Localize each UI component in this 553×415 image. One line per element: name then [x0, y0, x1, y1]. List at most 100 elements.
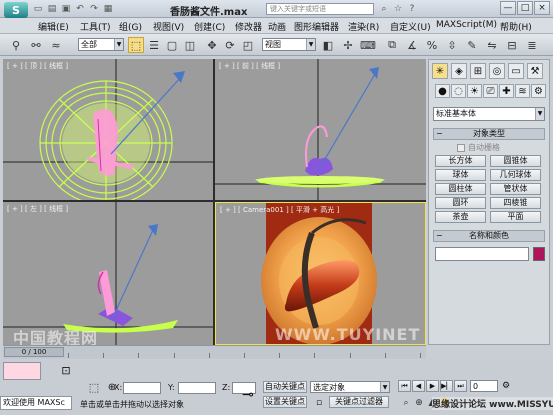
- percent-snap-icon[interactable]: %: [424, 37, 440, 53]
- search-input[interactable]: 键入关键字或短语: [266, 3, 374, 15]
- minimize-button[interactable]: —: [500, 1, 516, 15]
- mirror-icon[interactable]: ⇋: [484, 37, 500, 53]
- cone-button[interactable]: 圆锥体: [490, 155, 541, 167]
- motion-tab-icon[interactable]: ◎: [489, 63, 505, 79]
- zoom-all-icon[interactable]: ⊕: [413, 397, 425, 409]
- selection-set-dropdown[interactable]: 选定对象 ▼: [310, 381, 390, 393]
- utilities-tab-icon[interactable]: ⚒: [527, 63, 543, 79]
- tube-button[interactable]: 管状体: [490, 183, 541, 195]
- select-move-icon[interactable]: ✥: [204, 37, 220, 53]
- viewport-camera-label[interactable]: [ + ] [ Camera001 ] [ 平滑 + 高光 ]: [220, 205, 339, 215]
- viewport-camera[interactable]: [ + ] [ Camera001 ] [ 平滑 + 高光 ]: [215, 202, 426, 345]
- selection-filter-dropdown[interactable]: 全部 ▼: [78, 38, 124, 51]
- project-folder-icon[interactable]: ▦: [102, 3, 114, 15]
- set-key-button[interactable]: 设置关键点: [263, 396, 307, 408]
- rect-selection-icon[interactable]: ▢: [164, 37, 180, 53]
- menu-graph-editors[interactable]: 图形编辑器: [294, 20, 339, 33]
- track-bar[interactable]: [3, 345, 426, 359]
- menu-customize[interactable]: 自定义(U): [390, 20, 431, 33]
- space-warps-icon[interactable]: ≋: [515, 84, 530, 98]
- selection-lock-toggle-icon[interactable]: ⬚: [82, 380, 106, 394]
- current-frame-input[interactable]: 0: [470, 380, 498, 392]
- menu-edit[interactable]: 编辑(E): [38, 20, 69, 33]
- menu-animation[interactable]: 动画: [268, 20, 286, 33]
- lights-icon[interactable]: ☀: [467, 84, 482, 98]
- object-type-rollout-header[interactable]: − 对象类型: [433, 128, 545, 140]
- unlink-icon[interactable]: ⚯: [28, 37, 44, 53]
- save-file-icon[interactable]: ▣: [60, 3, 72, 15]
- previous-frame-icon[interactable]: ◀: [412, 380, 425, 392]
- reference-coord-dropdown[interactable]: 视图 ▼: [262, 38, 316, 51]
- viewport-left[interactable]: [ + ] [ 左 ] [ 线框 ]: [3, 202, 213, 345]
- viewport-front[interactable]: [ + ] [ 前 ] [ 线框 ]: [215, 59, 426, 200]
- set-key-icon[interactable]: ⊸: [238, 386, 258, 404]
- play-icon[interactable]: ▶: [426, 380, 439, 392]
- time-slider[interactable]: 0 / 100: [4, 347, 64, 357]
- redo-icon[interactable]: ↷: [88, 3, 100, 15]
- lock-selection-icon[interactable]: ⊡: [60, 364, 72, 377]
- name-color-rollout-header[interactable]: − 名称和颜色: [433, 230, 545, 242]
- modify-tab-icon[interactable]: ◈: [451, 63, 467, 79]
- y-coordinate-input[interactable]: [178, 382, 216, 394]
- viewport-left-label[interactable]: [ + ] [ 左 ] [ 线框 ]: [7, 204, 68, 214]
- key-mode-icon[interactable]: ▫: [313, 397, 325, 409]
- menu-views[interactable]: 视图(V): [153, 20, 184, 33]
- systems-icon[interactable]: ⚙: [531, 84, 546, 98]
- autogrid-checkbox[interactable]: 自动栅格: [457, 142, 500, 153]
- maximize-button[interactable]: □: [517, 1, 533, 15]
- time-config-icon[interactable]: ⚙: [500, 380, 512, 392]
- key-filters-button[interactable]: 关键点过滤器: [329, 396, 389, 408]
- maxscript-welcome-field[interactable]: 欢迎使用 MAXSc: [0, 396, 72, 410]
- help-question-icon[interactable]: ?: [406, 3, 418, 15]
- plane-button[interactable]: 平面: [490, 211, 541, 223]
- favorites-star-icon[interactable]: ☆: [392, 3, 404, 15]
- close-button[interactable]: ×: [534, 1, 550, 15]
- snap-toggle-icon[interactable]: ⧉: [384, 37, 400, 53]
- shapes-icon[interactable]: ◌: [451, 84, 466, 98]
- object-color-swatch[interactable]: [533, 247, 545, 261]
- viewport-top[interactable]: [ + ] [ 顶 ] [ 线框 ]: [3, 59, 213, 200]
- select-rotate-icon[interactable]: ⟳: [222, 37, 238, 53]
- goto-start-icon[interactable]: ⏮: [398, 380, 411, 392]
- zoom-icon[interactable]: ⌕: [400, 397, 412, 409]
- cylinder-button[interactable]: 圆柱体: [435, 183, 486, 195]
- viewport-top-label[interactable]: [ + ] [ 顶 ] [ 线框 ]: [7, 61, 68, 71]
- torus-button[interactable]: 圆环: [435, 197, 486, 209]
- spinner-snap-icon[interactable]: ⇳: [444, 37, 460, 53]
- menu-help[interactable]: 帮助(H): [500, 20, 532, 33]
- viewport-front-label[interactable]: [ + ] [ 前 ] [ 线框 ]: [219, 61, 280, 71]
- pivot-center-icon[interactable]: ◧: [320, 37, 336, 53]
- menu-modifiers[interactable]: 修改器: [235, 20, 262, 33]
- hierarchy-tab-icon[interactable]: ⊞: [470, 63, 486, 79]
- menu-group[interactable]: 组(G): [119, 20, 142, 33]
- select-object-icon[interactable]: ⬚: [128, 37, 144, 53]
- display-tab-icon[interactable]: ▭: [508, 63, 524, 79]
- menu-rendering[interactable]: 渲染(R): [348, 20, 379, 33]
- goto-end-icon[interactable]: ⏭: [454, 380, 467, 392]
- align-icon[interactable]: ⊟: [504, 37, 520, 53]
- named-selection-icon[interactable]: ✎: [464, 37, 480, 53]
- pyramid-button[interactable]: 四棱锥: [490, 197, 541, 209]
- new-file-icon[interactable]: ▭: [32, 3, 44, 15]
- layer-manager-icon[interactable]: ≣: [524, 37, 540, 53]
- sphere-button[interactable]: 球体: [435, 169, 486, 181]
- select-by-name-icon[interactable]: ☰: [146, 37, 162, 53]
- select-scale-icon[interactable]: ◰: [240, 37, 256, 53]
- app-logo-icon[interactable]: S: [4, 2, 28, 18]
- cameras-icon[interactable]: ⎚: [483, 84, 498, 98]
- x-coordinate-input[interactable]: [123, 382, 161, 394]
- helpers-icon[interactable]: ✚: [499, 84, 514, 98]
- open-file-icon[interactable]: ▤: [46, 3, 58, 15]
- menu-tools[interactable]: 工具(T): [80, 20, 111, 33]
- create-tab-icon[interactable]: ✳: [432, 63, 448, 79]
- window-crossing-icon[interactable]: ◫: [182, 37, 198, 53]
- undo-icon[interactable]: ↶: [74, 3, 86, 15]
- maxscript-listener-mini[interactable]: [3, 362, 41, 380]
- object-name-input[interactable]: [435, 247, 529, 261]
- geometry-icon[interactable]: ●: [435, 84, 450, 98]
- box-button[interactable]: 长方体: [435, 155, 486, 167]
- menu-maxscript[interactable]: MAXScript(M): [436, 20, 497, 30]
- next-frame-icon[interactable]: ▶▏: [440, 380, 453, 392]
- bind-space-warp-icon[interactable]: ≈: [48, 37, 64, 53]
- search-icon[interactable]: ⌕: [378, 3, 390, 15]
